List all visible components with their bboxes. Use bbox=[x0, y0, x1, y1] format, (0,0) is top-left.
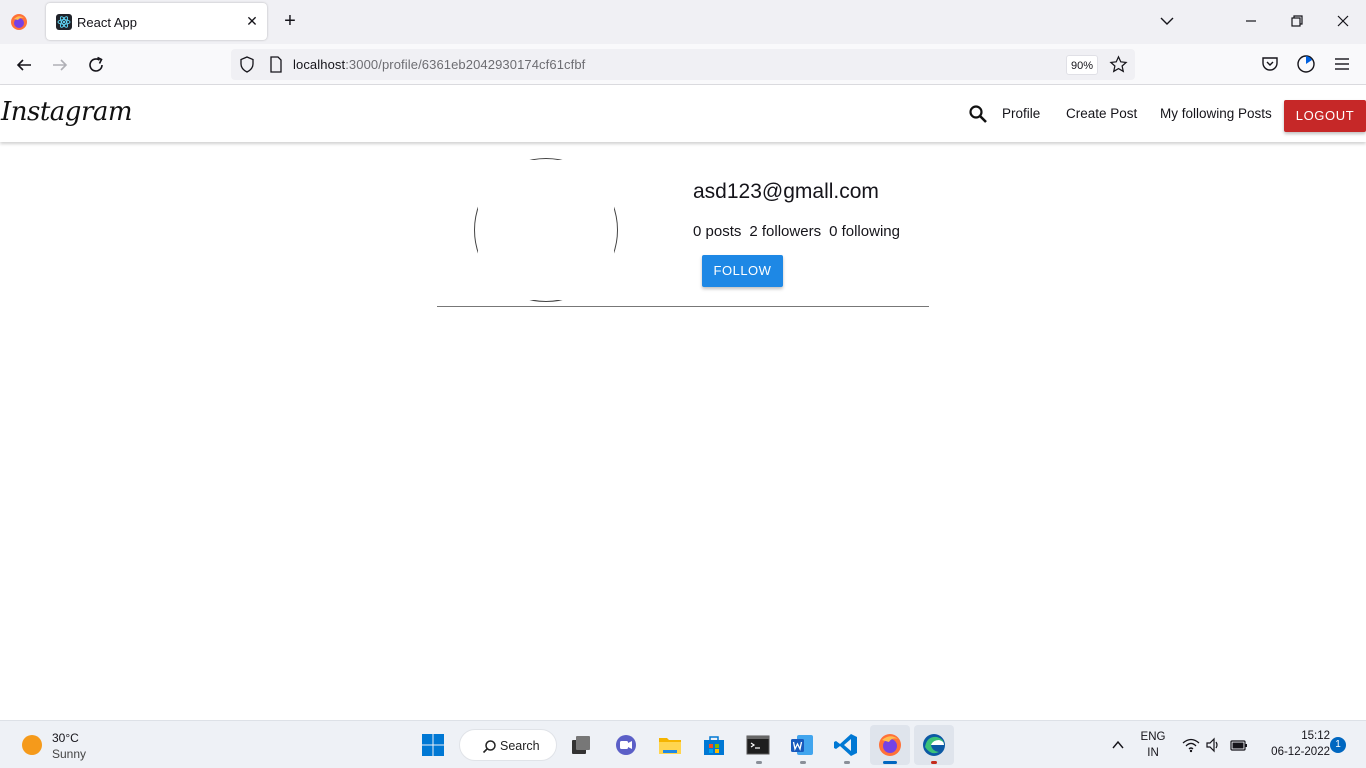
posts-count: 0 posts bbox=[693, 223, 742, 240]
weather-temperature[interactable]: 30°C bbox=[52, 731, 79, 745]
firefox-menu-icon[interactable] bbox=[10, 13, 28, 31]
react-icon bbox=[56, 14, 72, 30]
search-icon bbox=[482, 740, 496, 754]
browser-tab-strip: React App ✕ + bbox=[0, 0, 1366, 44]
new-tab-icon[interactable]: + bbox=[280, 11, 300, 31]
windows-start-icon[interactable] bbox=[420, 732, 446, 758]
notification-badge[interactable]: 1 bbox=[1330, 737, 1346, 753]
zoom-level-badge[interactable]: 90% bbox=[1066, 55, 1098, 75]
browser-navigation-bar: localhost:3000/profile/6361eb2042930174c… bbox=[0, 44, 1366, 85]
clock-time[interactable]: 15:12 bbox=[1290, 730, 1330, 742]
weather-sun-icon[interactable] bbox=[22, 735, 42, 755]
browser-tab-active[interactable]: React App ✕ bbox=[46, 3, 267, 40]
battery-icon[interactable] bbox=[1229, 737, 1249, 753]
tab-title: React App bbox=[77, 15, 137, 30]
chevron-down-icon[interactable] bbox=[1158, 12, 1176, 30]
url-host: localhost bbox=[293, 57, 346, 72]
nav-link-profile[interactable]: Profile bbox=[1002, 106, 1040, 121]
minimize-icon[interactable] bbox=[1240, 10, 1262, 32]
nav-link-create-post[interactable]: Create Post bbox=[1066, 106, 1137, 121]
edge-icon[interactable] bbox=[921, 732, 947, 758]
wifi-icon[interactable] bbox=[1182, 737, 1200, 753]
logout-button[interactable]: LOGOUT bbox=[1284, 100, 1366, 132]
vscode-icon[interactable] bbox=[833, 732, 859, 758]
chevron-up-icon[interactable] bbox=[1111, 739, 1125, 751]
close-tab-icon[interactable]: ✕ bbox=[243, 12, 261, 30]
pocket-icon[interactable] bbox=[1260, 54, 1280, 74]
app-navbar: Instagram Profile Create Post My followi… bbox=[0, 85, 1366, 142]
file-explorer-icon[interactable] bbox=[657, 732, 683, 758]
search-icon[interactable] bbox=[968, 104, 988, 124]
forward-arrow-icon[interactable] bbox=[48, 53, 72, 77]
task-view-icon[interactable] bbox=[568, 732, 594, 758]
address-bar[interactable]: localhost:3000/profile/6361eb2042930174c… bbox=[231, 49, 1135, 80]
restore-icon[interactable] bbox=[1286, 10, 1308, 32]
weather-condition[interactable]: Sunny bbox=[52, 747, 86, 761]
nav-link-following-posts[interactable]: My following Posts bbox=[1160, 106, 1272, 121]
url-path: :3000/profile/6361eb2042930174cf61cfbf bbox=[345, 57, 586, 72]
hamburger-menu-icon[interactable] bbox=[1332, 54, 1352, 74]
terminal-icon[interactable] bbox=[745, 732, 771, 758]
followers-count: 2 followers bbox=[749, 223, 822, 240]
volume-icon[interactable] bbox=[1205, 737, 1221, 753]
tracking-protection-icon[interactable] bbox=[239, 56, 255, 73]
profile-email: asd123@gmall.com bbox=[693, 180, 879, 203]
clock-date[interactable]: 06-12-2022 bbox=[1258, 746, 1330, 758]
close-window-icon[interactable] bbox=[1332, 10, 1354, 32]
account-icon[interactable] bbox=[1296, 54, 1316, 74]
url-text[interactable]: localhost:3000/profile/6361eb2042930174c… bbox=[293, 57, 585, 72]
brand-logo[interactable]: Instagram bbox=[1, 97, 133, 127]
reload-icon[interactable] bbox=[84, 53, 108, 77]
taskbar: 30°C Sunny Search ENG IN 15:12 06-12-202… bbox=[0, 720, 1366, 768]
firefox-icon[interactable] bbox=[877, 732, 903, 758]
language-code[interactable]: ENG bbox=[1140, 731, 1166, 743]
microsoft-store-icon[interactable] bbox=[701, 732, 727, 758]
bookmark-star-icon[interactable] bbox=[1109, 55, 1128, 74]
taskbar-search-label: Search bbox=[500, 739, 540, 753]
page-info-icon[interactable] bbox=[269, 56, 283, 73]
teams-chat-icon[interactable] bbox=[613, 732, 639, 758]
taskbar-search[interactable]: Search bbox=[459, 729, 557, 761]
word-icon[interactable] bbox=[789, 732, 815, 758]
following-count: 0 following bbox=[829, 223, 900, 240]
profile-stats: 0 posts 2 followers 0 following bbox=[693, 223, 908, 240]
follow-button[interactable]: FOLLOW bbox=[702, 255, 783, 287]
back-arrow-icon[interactable] bbox=[12, 53, 36, 77]
profile-divider bbox=[437, 306, 929, 307]
language-region[interactable]: IN bbox=[1140, 747, 1166, 759]
